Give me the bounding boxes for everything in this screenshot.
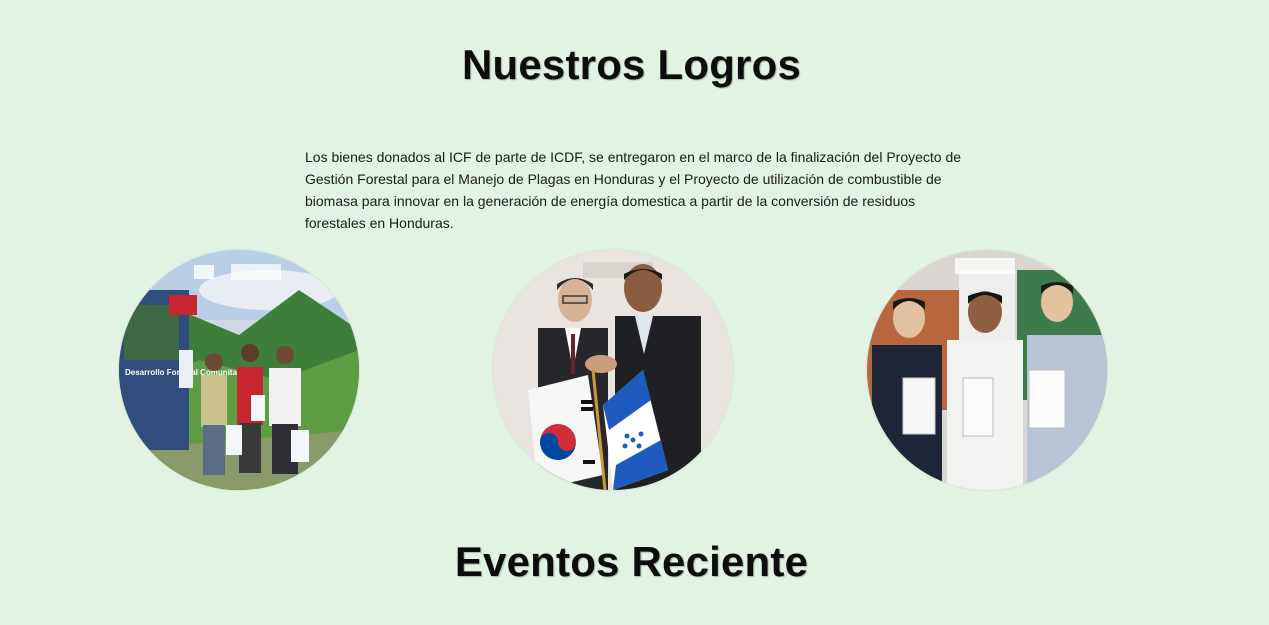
- section-title-eventos: Eventos Reciente: [454, 538, 809, 585]
- photo-forest-donation: Desarrollo Forestal Comunitario: [119, 250, 359, 490]
- section-title-logros: Nuestros Logros: [461, 41, 802, 88]
- handshake-flags-image: [493, 250, 733, 490]
- signing-agreement-image: [867, 250, 1107, 490]
- logros-description: Los bienes donados al ICF de parte de IC…: [305, 149, 962, 231]
- photo-handshake-flags: [493, 250, 733, 490]
- forest-donation-image: Desarrollo Forestal Comunitario: [119, 250, 359, 490]
- photo-signing-agreement: [867, 250, 1107, 490]
